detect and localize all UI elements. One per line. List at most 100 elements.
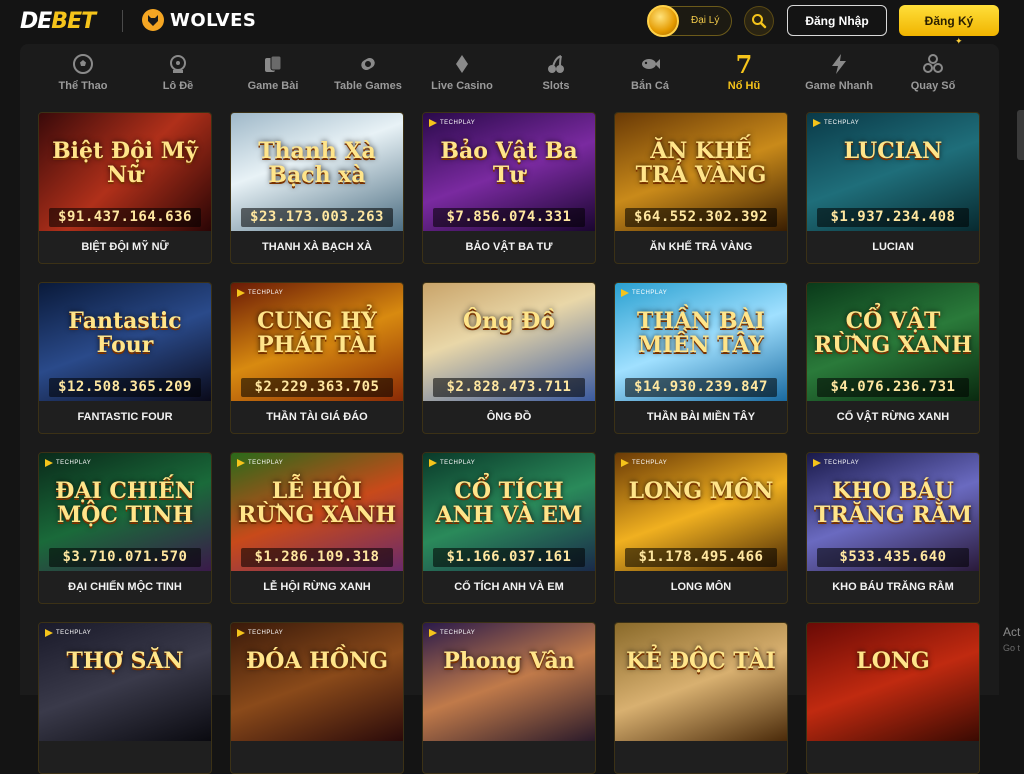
game-card[interactable]: TECHPLAY LUCIAN $1.937.234.408 LUCIAN	[806, 112, 980, 264]
game-thumbnail[interactable]: Biệt Đội Mỹ Nữ $91.437.164.636	[39, 113, 211, 231]
game-card[interactable]: TECHPLAY THỢ SĂN	[38, 622, 212, 774]
techplay-badge: TECHPLAY	[429, 459, 475, 467]
game-thumbnail[interactable]: TECHPLAY LUCIAN $1.937.234.408	[807, 113, 979, 231]
game-name: ĐẠI CHIẾN MỘC TINH	[68, 581, 182, 593]
nav-item-thể-thao[interactable]: Thể Thao	[36, 48, 130, 106]
game-thumbnail[interactable]: TECHPLAY ĐẠI CHIẾN MỘC TINH $3.710.071.570	[39, 453, 211, 571]
techplay-label: TECHPLAY	[248, 460, 284, 466]
game-card[interactable]: CỔ VẬT RỪNG XANH $4.076.236.731 CỔ VẬT RỪN…	[806, 282, 980, 434]
techplay-label: TECHPLAY	[440, 460, 476, 466]
game-thumbnail[interactable]: TECHPLAY CỔ TÍCH ANH VÀ EM $1.166.037.161	[423, 453, 595, 571]
nav-item-nổ-hũ[interactable]: 7 Nổ Hũ	[697, 48, 791, 106]
game-card[interactable]: Thanh Xà Bạch xà $23.173.003.263 THANH XÀ …	[230, 112, 404, 264]
techplay-logo-icon	[429, 459, 437, 467]
game-thumbnail[interactable]: ĂN KHẾ TRẢ VÀNG $64.552.302.392	[615, 113, 787, 231]
brand-divider	[122, 10, 123, 32]
game-card[interactable]: KẺ ĐỘC TÀI	[614, 622, 788, 774]
nav-item-live-casino[interactable]: Live Casino	[415, 48, 509, 106]
game-card[interactable]: TECHPLAY Bảo Vật Ba Tư $7.856.074.331 BẢO V…	[422, 112, 596, 264]
coin-icon	[647, 5, 679, 37]
nav-item-slots[interactable]: Slots	[509, 48, 603, 106]
techplay-badge: TECHPLAY	[237, 459, 283, 467]
game-card[interactable]: TECHPLAY CUNG HỶ PHÁT TÀI $2.229.363.705 TH…	[230, 282, 404, 434]
game-card[interactable]: TECHPLAY THẦN BÀI MIỀN TÂY $14.930.239.847…	[614, 282, 788, 434]
jackpot-amount: $7.856.074.331	[433, 208, 585, 227]
jackpot-amount: $1.178.495.466	[625, 548, 777, 567]
game-thumbnail[interactable]: TECHPLAY Phong Vân	[423, 623, 595, 741]
techplay-badge: TECHPLAY	[621, 459, 667, 467]
game-thumbnail[interactable]: TECHPLAY CUNG HỶ PHÁT TÀI $2.229.363.705	[231, 283, 403, 401]
partner-brand: WOLVES	[142, 9, 256, 31]
nav-label: Slots	[542, 80, 570, 92]
techplay-label: TECHPLAY	[824, 120, 860, 126]
game-art-title: ĐẠI CHIẾN MỘC TINH	[55, 478, 195, 528]
game-card[interactable]: TECHPLAY LỄ HỘI RỪNG XANH $1.286.109.318 LỄ…	[230, 452, 404, 604]
game-card[interactable]: TECHPLAY CỔ TÍCH ANH VÀ EM $1.166.037.161 C…	[422, 452, 596, 604]
game-thumbnail[interactable]: CỔ VẬT RỪNG XANH $4.076.236.731	[807, 283, 979, 401]
category-nav: Thể Thao Lô Đề Game Bài Table Games Live Cas…	[20, 48, 999, 106]
techplay-label: TECHPLAY	[56, 630, 92, 636]
game-card[interactable]: Fantastic Four $12.508.365.209 FANTASTIC F…	[38, 282, 212, 434]
jackpot-amount: $1.286.109.318	[241, 548, 393, 567]
game-thumbnail[interactable]: TECHPLAY LONG MÔN $1.178.495.466	[615, 453, 787, 571]
game-thumbnail[interactable]: TECHPLAY Bảo Vật Ba Tư $7.856.074.331	[423, 113, 595, 231]
nav-item-quay-số[interactable]: Quay Số	[886, 48, 980, 106]
game-name: CỔ TÍCH ANH VÀ EM	[454, 581, 564, 593]
game-thumbnail[interactable]: LONG	[807, 623, 979, 741]
game-name: KHO BÁU TRĂNG RẰM	[832, 581, 954, 593]
game-thumbnail[interactable]: TECHPLAY KHO BÁU TRĂNG RẰM $533.435.640	[807, 453, 979, 571]
game-card[interactable]: TECHPLAY ĐẠI CHIẾN MỘC TINH $3.710.071.570…	[38, 452, 212, 604]
register-button[interactable]: Đăng Ký	[899, 5, 999, 36]
activation-watermark: Act Go t	[1003, 624, 1020, 656]
lottery-wheel-icon	[167, 48, 189, 80]
game-art-title: LONG	[856, 648, 930, 674]
nav-item-game-bài[interactable]: Game Bài	[226, 48, 320, 106]
nav-item-table-games[interactable]: Table Games	[321, 48, 415, 106]
game-card[interactable]: TECHPLAY KHO BÁU TRĂNG RẰM $533.435.640 KHO…	[806, 452, 980, 604]
nav-item-game-nhanh[interactable]: Game Nhanh	[792, 48, 886, 106]
nav-label: Nổ Hũ	[727, 80, 761, 92]
game-art-title: Phong Vân	[443, 648, 575, 674]
game-card[interactable]: TECHPLAY Phong Vân	[422, 622, 596, 774]
game-thumbnail[interactable]: Thanh Xà Bạch xà $23.173.003.263	[231, 113, 403, 231]
game-name: FANTASTIC FOUR	[77, 411, 173, 423]
jackpot-amount: $533.435.640	[817, 548, 969, 567]
nav-label: Game Bài	[247, 80, 299, 92]
nav-label: Bắn Cá	[631, 80, 669, 92]
game-thumbnail[interactable]: Ông Đồ $2.828.473.711	[423, 283, 595, 401]
game-thumbnail[interactable]: TECHPLAY THỢ SĂN	[39, 623, 211, 741]
techplay-badge: TECHPLAY	[813, 119, 859, 127]
game-thumbnail[interactable]: KẺ ĐỘC TÀI	[615, 623, 787, 741]
agent-button[interactable]: Đại Lý	[647, 5, 732, 37]
nav-item-lô-đề[interactable]: Lô Đề	[131, 48, 225, 106]
soccer-ball-icon	[72, 48, 94, 80]
game-art-title: Bảo Vật Ba Tư	[440, 138, 578, 188]
jackpot-amount: $3.710.071.570	[49, 548, 201, 567]
chips-icon	[357, 48, 379, 80]
game-card[interactable]: TECHPLAY LONG MÔN $1.178.495.466 LONG MÔN	[614, 452, 788, 604]
game-art-title: KHO BÁU TRĂNG RẰM	[814, 478, 972, 528]
game-card[interactable]: LONG	[806, 622, 980, 774]
game-name: CỔ VẬT RỪNG XANH	[836, 411, 950, 423]
game-thumbnail[interactable]: TECHPLAY ĐÓA HỒNG	[231, 623, 403, 741]
game-thumbnail[interactable]: Fantastic Four $12.508.365.209	[39, 283, 211, 401]
nav-label: Quay Số	[910, 80, 956, 92]
techplay-badge: TECHPLAY	[45, 629, 91, 637]
game-thumbnail[interactable]: TECHPLAY THẦN BÀI MIỀN TÂY $14.930.239.847	[615, 283, 787, 401]
game-card[interactable]: TECHPLAY ĐÓA HỒNG	[230, 622, 404, 774]
techplay-label: TECHPLAY	[440, 630, 476, 636]
cards-icon	[262, 48, 284, 80]
login-button[interactable]: Đăng Nhập	[787, 5, 887, 36]
game-card[interactable]: Biệt Đội Mỹ Nữ $91.437.164.636 BIỆT ĐỘI MỸ…	[38, 112, 212, 264]
game-card[interactable]: Ông Đồ $2.828.473.711 ÔNG ĐỒ	[422, 282, 596, 434]
techplay-label: TECHPLAY	[248, 290, 284, 296]
search-button[interactable]	[744, 6, 774, 36]
game-card[interactable]: ĂN KHẾ TRẢ VÀNG $64.552.302.392 ĂN KHẾ TRẢ…	[614, 112, 788, 264]
game-thumbnail[interactable]: TECHPLAY LỄ HỘI RỪNG XANH $1.286.109.318	[231, 453, 403, 571]
site-logo[interactable]: DEBET	[20, 9, 96, 34]
side-tab[interactable]	[1017, 110, 1024, 160]
nav-item-bắn-cá[interactable]: Bắn Cá	[603, 48, 697, 106]
game-art-title: ĂN KHẾ TRẢ VÀNG	[635, 138, 767, 188]
game-art-title: CUNG HỶ PHÁT TÀI	[257, 308, 377, 358]
game-art-title: LUCIAN	[843, 138, 943, 164]
